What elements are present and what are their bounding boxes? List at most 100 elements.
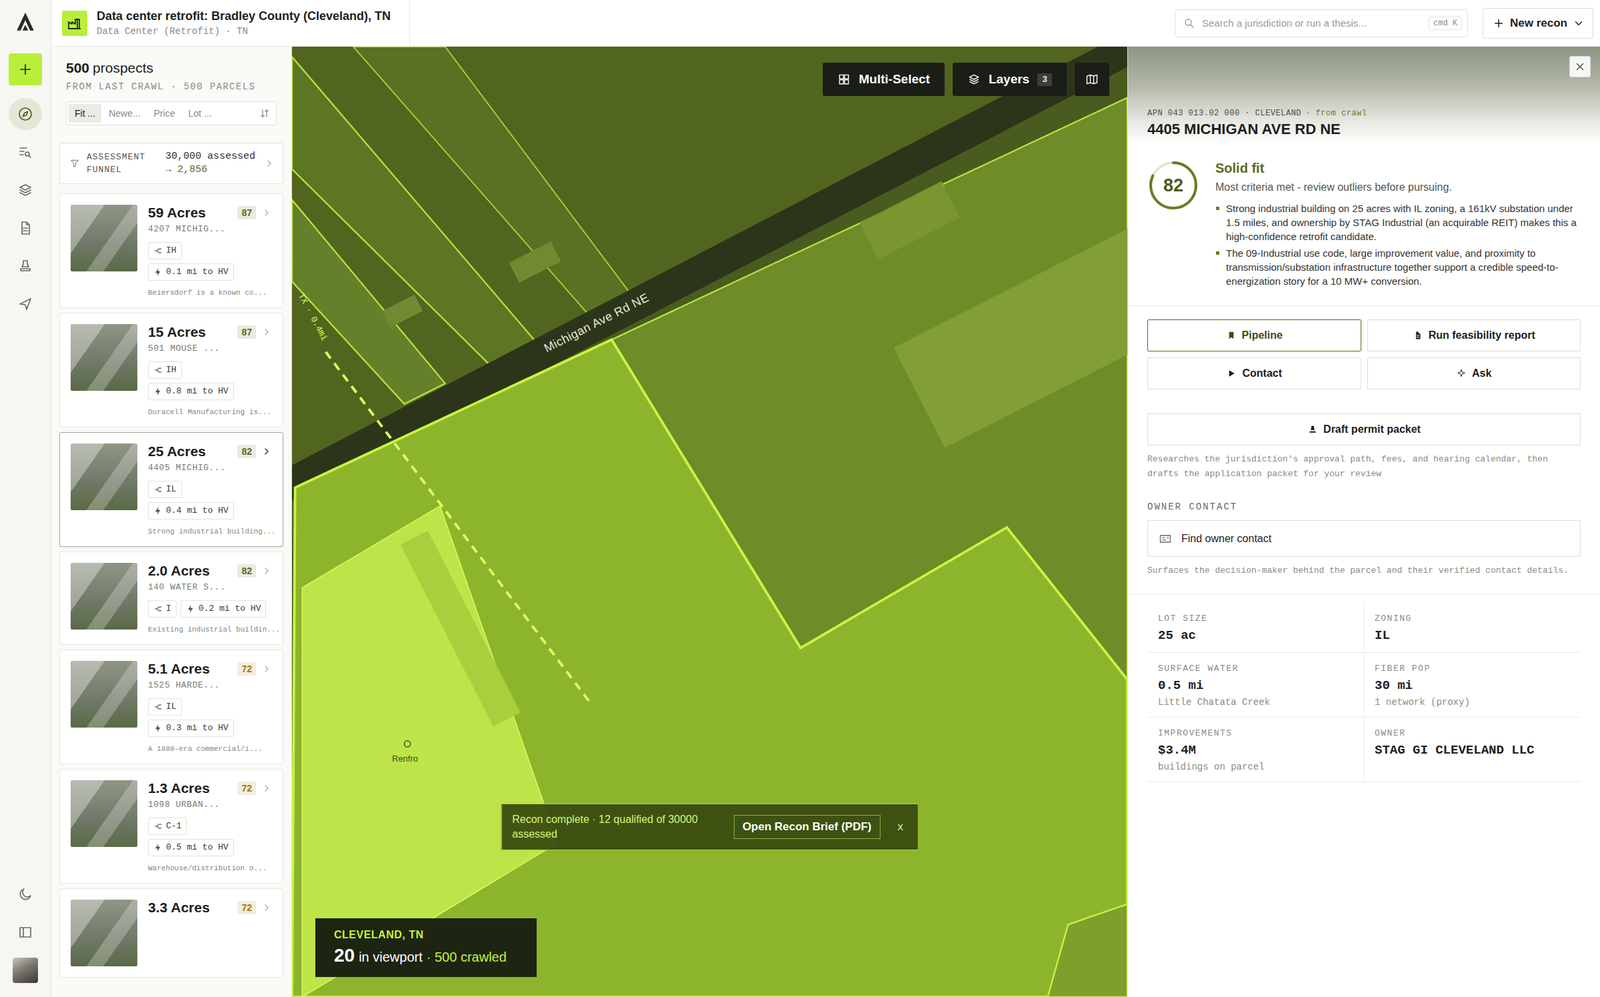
building-footprint — [894, 227, 1128, 448]
action-button[interactable]: Contact — [1147, 357, 1362, 390]
search-icon — [1183, 17, 1196, 30]
power-text: 0.8 mi to HV — [166, 385, 229, 398]
selected-parcel[interactable] — [292, 339, 1128, 997]
fact-value: 30 mi — [1374, 678, 1570, 693]
score-value: 82 — [1147, 159, 1200, 212]
close-icon — [1574, 60, 1586, 73]
prospect-card[interactable]: 3.3 Acres72 — [59, 888, 284, 978]
card-header: 3.3 Acres72 — [148, 899, 272, 916]
rail-item[interactable] — [8, 954, 42, 986]
parcel-detail: APN 043 013.02 000 · CLEVELAND· from cra… — [1127, 46, 1600, 997]
zoning-text: IL — [166, 700, 177, 713]
power-tag: 0.5 mi to HV — [148, 838, 234, 856]
permit-note: Researches the jurisdiction's approval p… — [1147, 452, 1581, 482]
sidebar-icon — [17, 924, 34, 940]
basemap-button[interactable] — [1074, 62, 1110, 96]
prospect-card[interactable]: 2.0 Acres82140 WATER S...I0.2 mi to HVEx… — [59, 551, 284, 645]
rail-item[interactable] — [8, 53, 42, 86]
prospect-card[interactable]: 59 Acres874207 MICHIG...IH0.1 mi to HVBe… — [59, 193, 284, 308]
search-input[interactable] — [1202, 17, 1422, 29]
prospect-card[interactable]: 15 Acres87501 MOUSE ...IH0.8 mi to HVDur… — [59, 312, 284, 428]
card-tags: IL0.4 mi to HV — [148, 480, 269, 520]
score-badge: 87 — [237, 206, 256, 220]
apn-text: APN 043 013.02 000 · CLEVELAND — [1147, 108, 1302, 118]
sort-direction-button[interactable] — [255, 104, 274, 123]
action-button[interactable]: Ask — [1367, 357, 1582, 390]
plus-icon — [1492, 17, 1505, 30]
prospect-card[interactable]: 5.1 Acres721525 HARDE...IL0.3 mi to HVA … — [59, 649, 284, 764]
list-search-icon — [17, 144, 34, 160]
assessment-funnel[interactable]: ASSESSMENT FUNNEL30,000 assessed→ 2,856 — [59, 142, 284, 184]
building-footprint — [382, 294, 424, 328]
multi-select-button[interactable]: Multi-Select — [822, 62, 945, 96]
action-button[interactable]: Run feasibility report — [1367, 319, 1582, 352]
sort-tab[interactable]: Price — [148, 104, 182, 123]
action-button[interactable]: Pipeline — [1147, 319, 1362, 352]
map[interactable]: Michigan Ave Rd NETX · 0.4miRenfroMulti-… — [292, 46, 1128, 997]
rail-item[interactable] — [8, 136, 42, 168]
search-field[interactable]: cmd K — [1174, 9, 1468, 38]
bolt-icon — [153, 842, 163, 852]
action-label: Contact — [1242, 367, 1282, 380]
title-block: Data center retrofit: Bradley County (Cl… — [96, 9, 391, 37]
prospect-card[interactable]: 25 Acres824405 MICHIG...IL0.4 mi to HVSt… — [59, 432, 284, 547]
fact-sub: 1 network (proxy) — [1374, 696, 1570, 708]
sort-tab[interactable]: Lot ... — [182, 104, 218, 123]
score-badge: 72 — [237, 900, 256, 914]
card-acres: 15 Acres — [148, 324, 232, 340]
map-canvas[interactable] — [292, 46, 1128, 997]
rail-item[interactable] — [8, 212, 42, 244]
fact-value: 25 ac — [1158, 628, 1353, 643]
fact: OWNERSTAG GI CLEVELAND LLC — [1364, 717, 1581, 782]
chevron-right-icon — [261, 446, 272, 457]
chevron-right-icon — [261, 565, 272, 576]
card-summary: Duracell Manufacturing is... — [148, 408, 272, 416]
chevron-right-icon — [261, 207, 272, 218]
multi-select-label: Multi-Select — [858, 72, 930, 87]
find-owner-button[interactable]: Find owner contact — [1147, 520, 1581, 557]
chevron-right-icon — [261, 326, 272, 338]
sort-tab[interactable]: Newe... — [102, 104, 146, 123]
draft-permit-button[interactable]: Draft permit packet — [1147, 413, 1581, 446]
card-address: 501 MOUSE ... — [148, 343, 272, 354]
funnel-label: ASSESSMENT FUNNEL — [86, 150, 159, 176]
bolt-icon — [153, 723, 163, 733]
zoning-tag: I — [148, 600, 177, 618]
fact-label: LOT SIZE — [1158, 613, 1353, 624]
parcel-outline[interactable] — [292, 200, 446, 404]
toast-message: Recon complete · 12 qualified of 30000 a… — [512, 812, 720, 842]
layers-icon — [967, 72, 981, 86]
rail-item[interactable] — [8, 174, 42, 206]
zoning-icon — [153, 246, 163, 256]
rail-item[interactable] — [8, 98, 42, 130]
open-brief-button[interactable]: Open Recon Brief (PDF) — [734, 814, 881, 839]
close-button[interactable] — [1569, 56, 1591, 78]
bolt-icon — [153, 267, 163, 277]
contact-card-icon — [1158, 532, 1172, 546]
shortcut-hint: cmd K — [1428, 16, 1462, 30]
action-grid: PipelineRun feasibility report Contact Ask — [1147, 319, 1581, 390]
zoning-text: IL — [166, 483, 177, 496]
card-tags: C-10.5 mi to HV — [148, 817, 269, 856]
bolt-icon — [186, 604, 196, 614]
sort-tab[interactable]: Fit ... — [68, 104, 102, 123]
layers-label: Layers — [988, 72, 1030, 87]
logo-icon[interactable] — [14, 10, 37, 34]
rail-item[interactable] — [8, 916, 42, 948]
layers-button[interactable]: Layers3 — [952, 62, 1067, 96]
card-header: 25 Acres82 — [148, 443, 272, 460]
rail-top-group — [8, 53, 42, 320]
parcel-address: 4405 MICHIGAN AVE RD NE — [1147, 120, 1581, 138]
parcel-outline[interactable] — [1048, 904, 1128, 997]
toast-close-button[interactable]: x — [893, 817, 908, 836]
rail-item[interactable] — [8, 250, 42, 282]
score-badge: 82 — [237, 564, 256, 578]
stamp-icon — [17, 258, 34, 274]
parcel-thumbnail — [70, 324, 138, 391]
new-recon-button[interactable]: New recon — [1482, 8, 1594, 39]
rail-item[interactable] — [8, 288, 42, 320]
rail-item[interactable] — [8, 878, 42, 910]
parcel-outline[interactable] — [353, 46, 630, 314]
prospect-card[interactable]: 1.3 Acres721098 URBAN...C-10.5 mi to HVW… — [59, 768, 284, 884]
zoning-tag: IH — [148, 242, 182, 260]
